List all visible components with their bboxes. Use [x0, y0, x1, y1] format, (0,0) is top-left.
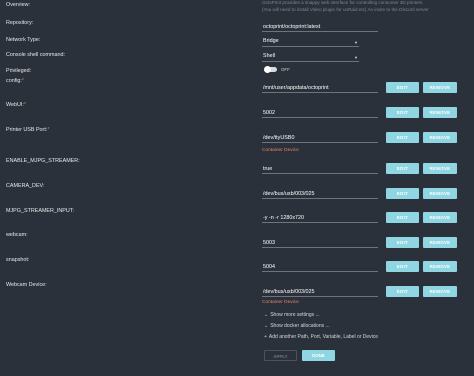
privileged-state: OFF: [281, 67, 290, 72]
console-shell-label: Console shell command:: [6, 52, 66, 58]
repository-label: Repository:: [6, 20, 34, 26]
console-shell-value: Shell: [263, 53, 275, 59]
printer-usb-port-remove-button[interactable]: REMOVE: [423, 132, 457, 143]
printer-usb-port-input[interactable]: [262, 134, 378, 143]
overview-description-line2: (You will need to install Video plugin f…: [262, 7, 429, 12]
config-edit-button[interactable]: EDIT: [386, 82, 419, 93]
network-type-label: Network Type:: [6, 37, 41, 43]
webcam-device-input[interactable]: [262, 288, 378, 297]
repository-input[interactable]: [262, 23, 378, 32]
mjpg-streamer-input-remove-button[interactable]: REMOVE: [423, 212, 457, 223]
privileged-toggle[interactable]: [264, 66, 277, 73]
chevron-down-icon: ▼: [354, 55, 358, 60]
config-input[interactable]: [262, 84, 378, 93]
webcam-input[interactable]: [262, 239, 378, 248]
webcam-edit-button[interactable]: EDIT: [386, 237, 419, 248]
camera-dev-edit-button[interactable]: EDIT: [386, 188, 419, 199]
camera-dev-input[interactable]: [262, 190, 378, 199]
field-label-webcam-device: Webcam Device:: [6, 282, 47, 288]
webui-input[interactable]: [262, 109, 378, 118]
show-docker-allocations-link[interactable]: ⌄ Show docker allocations ...: [264, 323, 330, 329]
webcam-device-edit-button[interactable]: EDIT: [386, 286, 419, 297]
webcam-remove-button[interactable]: REMOVE: [423, 237, 457, 248]
printer-usb-port-edit-button[interactable]: EDIT: [386, 132, 419, 143]
webcam-device-note: Container Device: [262, 300, 299, 305]
enable-mjpg-streamer-edit-button[interactable]: EDIT: [386, 163, 419, 174]
console-shell-select[interactable]: Shell ▼: [262, 53, 359, 62]
webui-edit-button[interactable]: EDIT: [386, 107, 419, 118]
field-label-camera-dev: CAMERA_DEV:: [6, 183, 45, 189]
apply-button[interactable]: APPLY: [264, 350, 297, 361]
enable-mjpg-streamer-remove-button[interactable]: REMOVE: [423, 163, 457, 174]
network-type-value: Bridge: [263, 38, 279, 44]
privileged-label: Privileged:: [6, 68, 32, 74]
camera-dev-remove-button[interactable]: REMOVE: [423, 188, 457, 199]
enable-mjpg-streamer-input[interactable]: [262, 165, 378, 174]
printer-usb-port-note: Container Device: [262, 148, 299, 153]
plus-icon: +: [264, 334, 267, 340]
field-label-printer-usb-port: Printer USB Port:*: [6, 127, 50, 133]
webui-remove-button[interactable]: REMOVE: [423, 107, 457, 118]
field-label-enable-mjpg-streamer: ENABLE_MJPG_STREAMER:: [6, 158, 80, 164]
snapshot-edit-button[interactable]: EDIT: [386, 261, 419, 272]
show-more-settings-link[interactable]: ⌄ Show more settings ...: [264, 312, 320, 318]
overview-label: Overview:: [6, 2, 30, 8]
mjpg-streamer-input-input[interactable]: [262, 214, 378, 223]
snapshot-input[interactable]: [262, 263, 378, 272]
field-label-config: config:*: [6, 78, 24, 84]
snapshot-remove-button[interactable]: REMOVE: [423, 261, 457, 272]
mjpg-streamer-input-edit-button[interactable]: EDIT: [386, 212, 419, 223]
done-button[interactable]: DONE: [302, 350, 335, 361]
field-label-webcam: webcam:: [6, 232, 28, 238]
field-label-mjpg-streamer-input: MJPG_STREAMER_INPUT:: [6, 208, 74, 214]
config-remove-button[interactable]: REMOVE: [423, 82, 457, 93]
chevron-down-icon: ▼: [354, 40, 358, 45]
chevron-down-icon: ⌄: [264, 323, 269, 329]
field-label-webui: WebUI:*: [6, 102, 26, 108]
toggle-knob: [264, 66, 271, 73]
network-type-select[interactable]: Bridge ▼: [262, 38, 359, 47]
add-another-link[interactable]: + Add another Path, Port, Variable, Label…: [264, 334, 378, 340]
chevron-down-icon: ⌄: [264, 312, 269, 318]
overview-description-line1: OctoPrint provides a snappy web interfac…: [262, 0, 424, 5]
field-label-snapshot: snapshot:: [6, 257, 30, 263]
webcam-device-remove-button[interactable]: REMOVE: [423, 286, 457, 297]
